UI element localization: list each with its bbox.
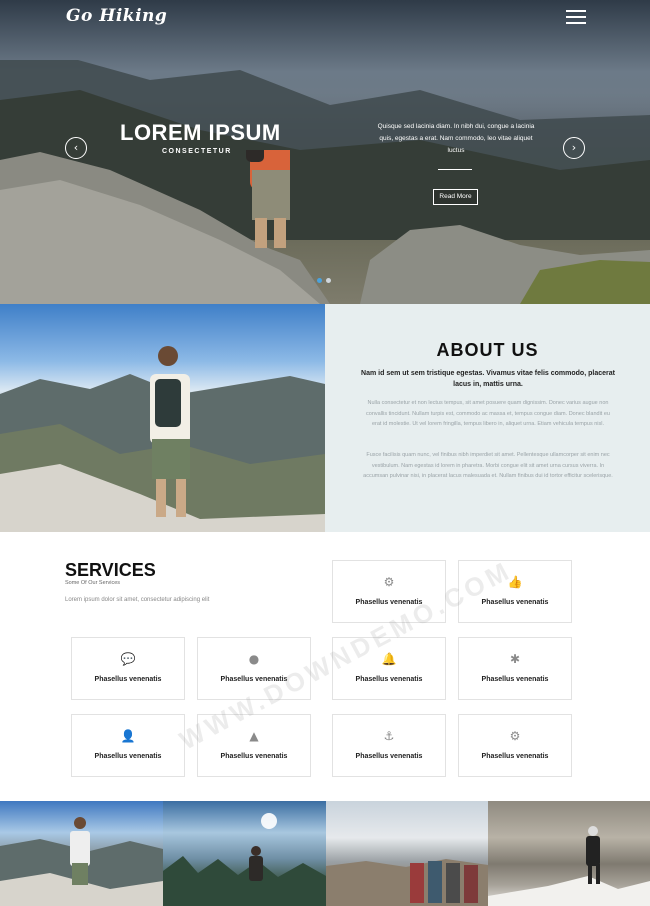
read-more-button[interactable]: Read More [433, 189, 478, 205]
slider-dots [317, 270, 335, 288]
anchor-icon: ⚓ [383, 729, 395, 743]
gallery-image-2 [163, 813, 326, 906]
services-title: SERVICES [65, 560, 156, 580]
user-icon: 👤 [120, 729, 136, 743]
service-card[interactable]: ⚙ Phasellus venenatis [332, 560, 446, 623]
comments-icon: 💬 [120, 652, 136, 666]
brand-logo[interactable]: Go Hiking [66, 6, 167, 26]
service-card-label: Phasellus venenatis [220, 753, 288, 760]
gallery-photo-hiker-mountains[interactable] [0, 801, 163, 906]
service-card[interactable]: 💬 Phasellus venenatis [71, 637, 185, 700]
services-description: Lorem ipsum dolor sit amet, consectetur … [65, 597, 210, 603]
hero-subtitle: CONSECTETUR [162, 148, 232, 155]
about-paragraph-1: Nulla consectetur et non lectus tempus, … [366, 400, 610, 427]
slider-dot-1[interactable] [317, 278, 322, 283]
about-section: ABOUT US Nam id sem ut sem tristique ege… [325, 304, 650, 532]
gallery-image-3 [326, 859, 488, 906]
service-card-label: Phasellus venenatis [481, 676, 549, 683]
about-paragraph-2: Fusce facilisis quam nunc, vel finibus n… [363, 452, 613, 479]
gears-icon: ⚙ [383, 575, 395, 589]
hamburger-menu-icon[interactable] [566, 10, 586, 26]
gallery-photo-hiker-forest[interactable] [163, 801, 326, 906]
about-title: ABOUT US [436, 340, 539, 360]
asterisk-icon: ✱ [509, 652, 521, 666]
cog-icon: ⚙ [509, 729, 521, 743]
about-lead-text: Nam id sem ut sem tristique egestas. Viv… [361, 370, 615, 388]
hero-slider: Go Hiking LOREM IPSUM CONSECTETUR Quisqu… [0, 0, 650, 304]
service-card[interactable]: ⚓ Phasellus venenatis [332, 714, 446, 777]
service-card-label: Phasellus venenatis [94, 753, 162, 760]
service-card[interactable]: ⚙ Phasellus venenatis [458, 714, 572, 777]
hero-description: Quisque sed lacinia diam. In nibh dui, c… [377, 123, 535, 154]
gallery-photo-group-hikers[interactable] [326, 801, 488, 906]
service-card-label: Phasellus venenatis [481, 753, 549, 760]
service-card-label: Phasellus venenatis [355, 753, 423, 760]
service-card[interactable]: 👍 Phasellus venenatis [458, 560, 572, 623]
service-card-label: Phasellus venenatis [355, 599, 423, 606]
road-icon: ▲ [249, 729, 259, 743]
service-card-label: Phasellus venenatis [481, 599, 549, 606]
service-card[interactable]: ▲ Phasellus venenatis [197, 714, 311, 777]
gallery-image-4 [488, 826, 650, 906]
hero-title: LOREM IPSUM [120, 120, 281, 145]
chevron-right-icon[interactable]: › [563, 137, 585, 159]
chevron-left-icon[interactable]: ‹ [65, 137, 87, 159]
service-card[interactable]: ● Phasellus venenatis [197, 637, 311, 700]
gallery-image-1 [0, 817, 163, 906]
service-card-label: Phasellus venenatis [220, 676, 288, 683]
circle-icon: ● [248, 652, 260, 666]
thumbs-up-icon: 👍 [507, 575, 523, 589]
service-card[interactable]: 👤 Phasellus venenatis [71, 714, 185, 777]
about-hiker-illustration [0, 346, 325, 532]
service-card[interactable]: ✱ Phasellus venenatis [458, 637, 572, 700]
hero-divider [438, 169, 472, 170]
service-card-label: Phasellus venenatis [355, 676, 423, 683]
bell-icon: 🔔 [381, 652, 397, 666]
gallery-photo-climber-snow[interactable] [488, 801, 650, 906]
service-card-label: Phasellus venenatis [94, 676, 162, 683]
about-hiker-image [0, 304, 325, 532]
slider-dot-2[interactable] [326, 278, 331, 283]
services-subtitle: Some Of Our Services [65, 580, 121, 586]
service-card[interactable]: 🔔 Phasellus venenatis [332, 637, 446, 700]
